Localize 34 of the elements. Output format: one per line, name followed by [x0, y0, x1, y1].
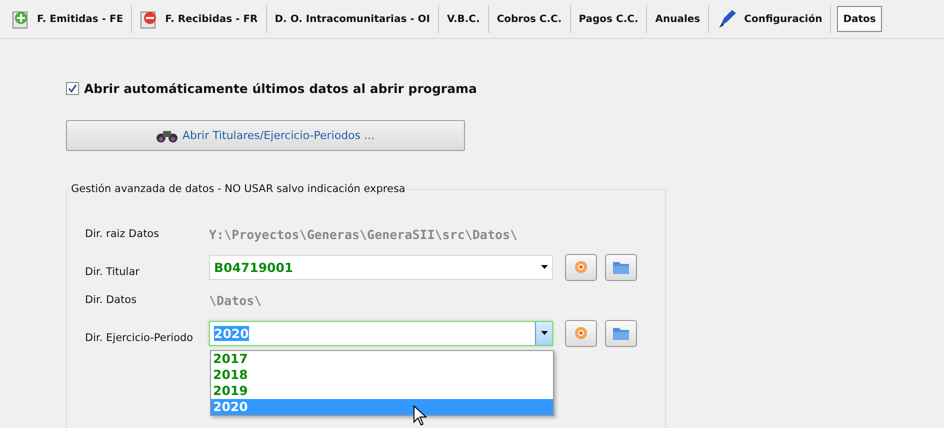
dropdown-option[interactable]: 2019: [211, 383, 553, 399]
field-label: Dir. Ejercicio-Periodo: [85, 332, 194, 344]
folder-icon: [613, 260, 629, 274]
folder-button[interactable]: [605, 254, 637, 280]
folder-button[interactable]: [605, 320, 637, 346]
checkbox-label: Abrir automáticamente últimos datos al abrir programa: [84, 81, 477, 96]
tab[interactable]: Cobros C.C.: [488, 5, 571, 33]
folder-icon: [613, 326, 629, 340]
refresh-icon: [574, 260, 588, 274]
field-label: Dir. Titular: [85, 266, 140, 278]
caret-icon: [540, 265, 548, 269]
path-value: Y:\Proyectos\Generas\GeneraSII\src\Datos\: [209, 226, 519, 242]
dropdown-option[interactable]: 2017: [211, 351, 553, 367]
combo-field[interactable]: B04719001: [209, 254, 553, 280]
tab[interactable]: Anuales: [647, 5, 710, 33]
tab[interactable]: Configuración: [709, 5, 832, 33]
tab[interactable]: Datos: [837, 6, 882, 32]
binoculars-icon: [156, 128, 178, 142]
checkbox[interactable]: [66, 82, 79, 95]
tab[interactable]: Pagos C.C.: [570, 5, 648, 33]
tab[interactable]: D. O. Intracomunitarias - OI: [266, 5, 439, 33]
path-value: \Datos\: [209, 292, 263, 308]
tab[interactable]: V.B.C.: [439, 5, 489, 33]
caret-icon: [540, 331, 548, 335]
field-label: Dir. raiz Datos: [85, 228, 160, 240]
refresh-button[interactable]: [565, 320, 597, 346]
open-button[interactable]: Abrir Titulares/Ejercicio-Periodos ...: [66, 120, 465, 151]
group-title: Gestión avanzada de datos - NO USAR salvo indicación expresa: [70, 183, 406, 195]
refresh-button[interactable]: [565, 254, 597, 280]
field-label: Dir. Datos: [85, 294, 138, 306]
tab[interactable]: F. Recibidas - FR: [132, 5, 267, 33]
dropdown-option[interactable]: 2018: [211, 367, 553, 383]
tab[interactable]: F. Emitidas - FE: [4, 5, 132, 33]
refresh-icon: [574, 326, 588, 340]
